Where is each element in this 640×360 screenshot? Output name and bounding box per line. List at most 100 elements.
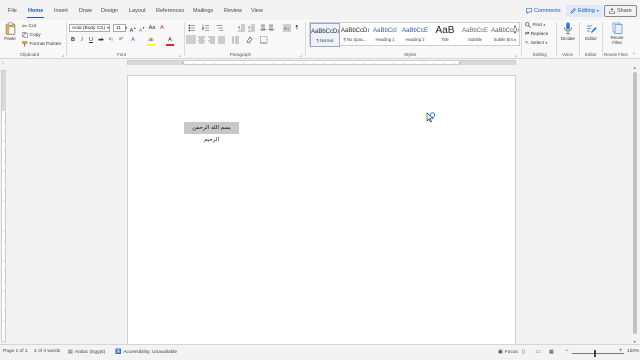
tab-selector-icon[interactable]: ⌞ xyxy=(2,59,4,64)
paragraph-group-label: Paragraph xyxy=(230,52,252,57)
tab-design[interactable]: Design xyxy=(100,5,119,18)
status-bar: Page 1 of 1 4 of 4 words ▤ Arabic (Egypt… xyxy=(0,344,640,360)
style-subtitle[interactable]: AaBbCcE Subtitle xyxy=(460,23,490,47)
expand-gallery-icon[interactable]: ▾ xyxy=(512,37,518,44)
tab-review[interactable]: Review xyxy=(223,5,243,18)
vertical-scrollbar[interactable]: ▲ ▼ xyxy=(632,66,639,344)
zoom-slider-track[interactable] xyxy=(572,353,624,354)
copy-button[interactable]: Copy xyxy=(22,32,41,38)
zoom-level[interactable]: 120% xyxy=(627,349,639,354)
style-name: Title xyxy=(441,37,449,42)
bold-button[interactable]: B xyxy=(69,36,77,44)
tab-insert[interactable]: Insert xyxy=(53,5,69,18)
horizontal-ruler[interactable]: ⌂ ⌂ xyxy=(127,60,516,65)
clipboard-launcher-icon[interactable]: ⌟ xyxy=(62,52,64,58)
show-formatting-button[interactable]: ¶ xyxy=(293,24,301,32)
document-canvas: بسم الله الرحمن الرحيم xyxy=(8,66,628,344)
paste-button[interactable]: Paste xyxy=(3,22,17,41)
font-launcher-icon[interactable]: ⌟ xyxy=(179,52,181,58)
ribbon-home: Paste ✂ Cut Copy Format Painter Clipboar… xyxy=(0,20,640,59)
microphone-icon xyxy=(564,22,572,35)
print-layout-icon[interactable]: ▭ xyxy=(536,349,541,355)
share-button[interactable]: Share xyxy=(604,5,637,17)
left-indent-marker-icon[interactable]: ⌂ xyxy=(182,60,184,65)
font-color-button[interactable]: A xyxy=(166,36,174,44)
chevron-down-icon[interactable]: ▼ xyxy=(512,30,518,37)
highlight-button[interactable]: ab xyxy=(147,36,155,44)
clear-formatting-label: A xyxy=(160,25,164,31)
replace-label: Replace xyxy=(530,31,549,37)
style-heading-1[interactable]: AaBbCcI Heading 1 xyxy=(370,23,400,47)
font-family-chevron-icon[interactable]: ▾ xyxy=(104,24,112,32)
accessibility-indicator[interactable]: ♿ Accessibility: Unavailable xyxy=(115,349,177,355)
select-button[interactable]: ↖ Select ▾ xyxy=(525,40,547,46)
separator xyxy=(184,22,185,56)
copy-label: Copy xyxy=(29,32,41,38)
comments-label: Comments xyxy=(534,8,561,14)
style-title[interactable]: AaB Title xyxy=(430,23,460,47)
language-indicator[interactable]: ▤ Arabic (Egypt) xyxy=(68,349,105,355)
change-case-button[interactable]: Aa xyxy=(148,24,156,32)
decrease-indent-icon xyxy=(238,24,245,32)
style-heading-2[interactable]: AaBbCcE Heading 2 xyxy=(400,23,430,47)
italic-label: I xyxy=(81,37,83,43)
clipboard-icon xyxy=(5,22,15,35)
find-button[interactable]: Find ▾ xyxy=(525,22,545,28)
scroll-up-icon[interactable]: ▲ xyxy=(633,66,636,70)
document-page[interactable]: بسم الله الرحمن الرحيم xyxy=(127,75,516,344)
accessibility-label: Accessibility: Unavailable xyxy=(123,349,178,355)
selected-text[interactable]: بسم الله الرحمن الرحيم xyxy=(184,122,239,143)
chevron-down-icon: ▾ xyxy=(596,8,599,13)
read-mode-icon[interactable]: ▯ xyxy=(522,349,525,355)
superscript-button[interactable]: x² xyxy=(117,36,125,44)
reuse-files-button[interactable]: Reuse Files xyxy=(606,22,628,45)
tab-draw[interactable]: Draw xyxy=(78,5,93,18)
tab-file[interactable]: File xyxy=(7,5,18,18)
highlight-label: ab xyxy=(148,37,154,42)
tab-mailings[interactable]: Mailings xyxy=(192,5,214,18)
paintbrush-icon xyxy=(22,41,28,47)
editing-mode-button[interactable]: Editing ▾ xyxy=(566,5,603,17)
word-count[interactable]: 4 of 4 words xyxy=(34,349,60,354)
web-layout-icon[interactable]: ▦ xyxy=(549,349,554,355)
paragraph-launcher-icon[interactable]: ⌟ xyxy=(300,52,302,58)
underline-button[interactable]: U xyxy=(87,36,95,44)
collapse-ribbon-icon[interactable]: ⌃ xyxy=(632,52,636,58)
strikethrough-button[interactable]: ab xyxy=(97,36,105,44)
style-sample: AaBbCcI xyxy=(373,28,397,34)
dictate-button[interactable]: Dictate xyxy=(559,22,577,41)
text-effects-button[interactable]: A xyxy=(129,36,137,44)
styles-scroll[interactable]: ▲ ▼ ▾ xyxy=(512,23,518,47)
style-sample: AaBbCcE xyxy=(401,28,428,34)
page-count[interactable]: Page 1 of 1 xyxy=(3,349,28,354)
zoom-in-icon[interactable]: + xyxy=(619,348,623,354)
borders-icon xyxy=(260,36,268,44)
grow-font-button[interactable]: A▲ xyxy=(129,24,137,34)
scrollbar-thumb[interactable] xyxy=(633,72,637,334)
ltr-icon xyxy=(260,24,267,31)
replace-button[interactable]: ⇄ Replace xyxy=(525,31,548,37)
tab-home[interactable]: Home xyxy=(27,5,45,18)
clear-formatting-button[interactable]: A xyxy=(158,24,166,32)
shrink-font-button[interactable]: A▼ xyxy=(138,24,146,33)
tab-view[interactable]: View xyxy=(250,5,264,18)
styles-launcher-icon[interactable]: ⌟ xyxy=(515,52,517,58)
focus-button[interactable]: ▣ Focus xyxy=(498,349,518,355)
right-indent-marker-icon[interactable]: ⌂ xyxy=(458,60,460,65)
comments-button[interactable]: Comments xyxy=(526,5,561,17)
vertical-ruler[interactable] xyxy=(1,70,6,342)
editor-button[interactable]: Editor xyxy=(582,22,600,41)
increase-indent-icon xyxy=(248,24,255,32)
italic-button[interactable]: I xyxy=(78,36,86,44)
format-painter-button[interactable]: Format Painter xyxy=(22,41,61,47)
align-left-selected-bg xyxy=(186,35,196,44)
style-no-spacing[interactable]: AaBbCcDı ¶ No Spac... xyxy=(340,23,370,47)
chevron-up-icon[interactable]: ▲ xyxy=(512,23,518,30)
cut-button[interactable]: ✂ Cut xyxy=(22,23,36,30)
tab-references[interactable]: References xyxy=(155,5,185,18)
zoom-slider-thumb[interactable] xyxy=(594,350,596,357)
style-normal[interactable]: AaBbCcDı ¶ Normal xyxy=(310,23,340,47)
zoom-out-icon[interactable]: − xyxy=(565,348,569,354)
tab-layout[interactable]: Layout xyxy=(128,5,147,18)
subscript-button[interactable]: x₂ xyxy=(107,36,115,44)
